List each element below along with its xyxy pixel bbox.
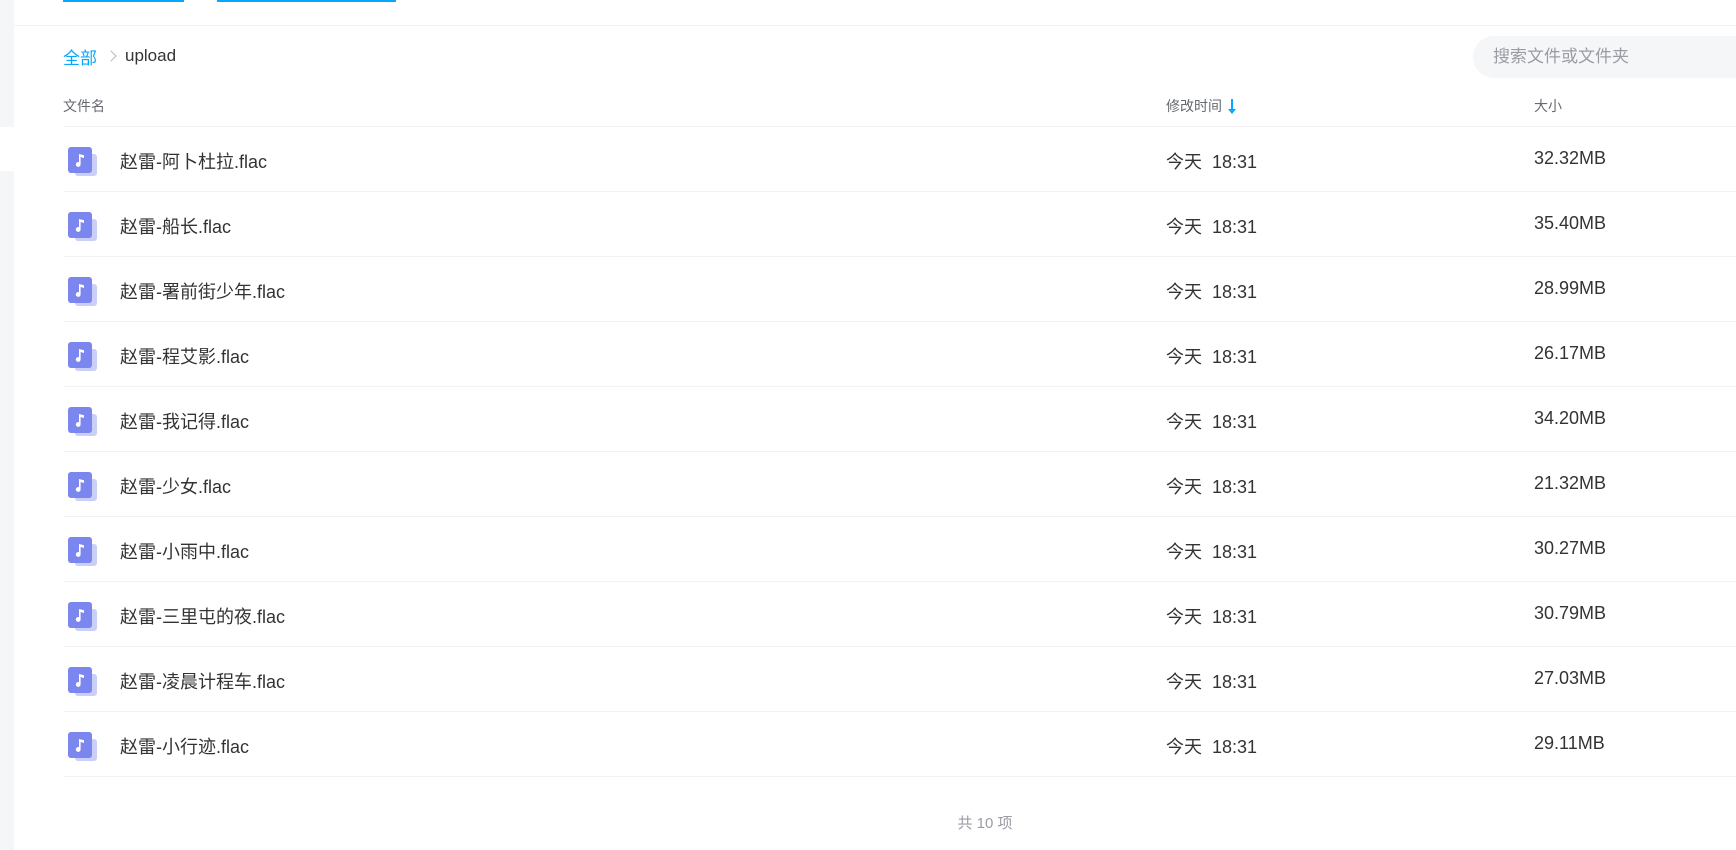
file-list: 赵雷-阿卜杜拉.flac 今天 18:31 32.32MB 赵雷-船长.flac … bbox=[63, 127, 1736, 777]
file-name[interactable]: 赵雷-小雨中.flac bbox=[120, 538, 249, 564]
breadcrumb: 全部 upload bbox=[63, 44, 176, 68]
file-modified-time: 今天 18:31 bbox=[1166, 672, 1258, 692]
music-file-icon bbox=[68, 407, 97, 436]
file-list-header: 文件名 修改时间 大小 bbox=[63, 92, 1736, 127]
file-size: 28.99MB bbox=[1534, 278, 1607, 298]
file-modified-time: 今天 18:31 bbox=[1166, 607, 1258, 627]
toolbar-tab-underline[interactable] bbox=[217, 0, 396, 2]
file-size: 30.79MB bbox=[1534, 603, 1607, 623]
toolbar-tab-underline[interactable] bbox=[63, 0, 184, 2]
file-name[interactable]: 赵雷-署前街少年.flac bbox=[120, 278, 285, 304]
file-size: 21.32MB bbox=[1534, 473, 1607, 493]
music-file-icon bbox=[68, 147, 97, 176]
search-input[interactable] bbox=[1473, 36, 1736, 78]
file-modified-time: 今天 18:31 bbox=[1166, 542, 1258, 562]
file-size: 29.11MB bbox=[1534, 733, 1605, 753]
file-row[interactable]: 赵雷-船长.flac 今天 18:31 35.40MB bbox=[63, 192, 1736, 257]
file-modified-time: 今天 18:31 bbox=[1166, 282, 1258, 302]
file-row[interactable]: 赵雷-程艾影.flac 今天 18:31 26.17MB bbox=[63, 322, 1736, 387]
left-panel-notch bbox=[0, 127, 14, 171]
file-name[interactable]: 赵雷-阿卜杜拉.flac bbox=[120, 148, 267, 174]
file-name[interactable]: 赵雷-船长.flac bbox=[120, 213, 231, 239]
left-panel-edge bbox=[0, 0, 14, 850]
music-file-icon bbox=[68, 277, 97, 306]
file-modified-time: 今天 18:31 bbox=[1166, 347, 1258, 367]
column-header-time-label: 修改时间 bbox=[1166, 98, 1222, 114]
top-toolbar-strip bbox=[14, 0, 1736, 26]
column-header-time[interactable]: 修改时间 bbox=[1166, 96, 1236, 116]
music-file-icon bbox=[68, 342, 97, 371]
breadcrumb-current: upload bbox=[125, 46, 177, 65]
file-row[interactable]: 赵雷-阿卜杜拉.flac 今天 18:31 32.32MB bbox=[63, 127, 1736, 192]
file-row[interactable]: 赵雷-署前街少年.flac 今天 18:31 28.99MB bbox=[63, 257, 1736, 322]
search-box[interactable] bbox=[1473, 36, 1736, 78]
chevron-right-icon bbox=[105, 50, 117, 62]
file-size: 30.27MB bbox=[1534, 538, 1607, 558]
file-name[interactable]: 赵雷-小行迹.flac bbox=[120, 733, 249, 759]
music-file-icon bbox=[68, 537, 97, 566]
music-file-icon bbox=[68, 472, 97, 501]
music-file-icon bbox=[68, 667, 97, 696]
sort-down-arrow-icon[interactable] bbox=[1228, 98, 1236, 114]
music-file-icon bbox=[68, 732, 97, 761]
file-name[interactable]: 赵雷-凌晨计程车.flac bbox=[120, 668, 285, 694]
file-row[interactable]: 赵雷-凌晨计程车.flac 今天 18:31 27.03MB bbox=[63, 647, 1736, 712]
column-header-size[interactable]: 大小 bbox=[1534, 96, 1562, 116]
file-size: 26.17MB bbox=[1534, 343, 1607, 363]
file-name[interactable]: 赵雷-程艾影.flac bbox=[120, 343, 249, 369]
file-size: 34.20MB bbox=[1534, 408, 1607, 428]
file-name[interactable]: 赵雷-三里屯的夜.flac bbox=[120, 603, 285, 629]
file-size: 35.40MB bbox=[1534, 213, 1607, 233]
file-modified-time: 今天 18:31 bbox=[1166, 477, 1258, 497]
file-modified-time: 今天 18:31 bbox=[1166, 217, 1258, 237]
breadcrumb-root-link[interactable]: 全部 bbox=[63, 44, 97, 69]
file-row[interactable]: 赵雷-小行迹.flac 今天 18:31 29.11MB bbox=[63, 712, 1736, 777]
file-size: 27.03MB bbox=[1534, 668, 1607, 688]
file-row[interactable]: 赵雷-少女.flac 今天 18:31 21.32MB bbox=[63, 452, 1736, 517]
music-file-icon bbox=[68, 212, 97, 241]
file-row[interactable]: 赵雷-三里屯的夜.flac 今天 18:31 30.79MB bbox=[63, 582, 1736, 647]
file-modified-time: 今天 18:31 bbox=[1166, 152, 1258, 172]
file-name[interactable]: 赵雷-我记得.flac bbox=[120, 408, 249, 434]
file-row[interactable]: 赵雷-我记得.flac 今天 18:31 34.20MB bbox=[63, 387, 1736, 452]
item-count: 共 10 项 bbox=[957, 815, 1013, 832]
file-name[interactable]: 赵雷-少女.flac bbox=[120, 473, 231, 499]
file-modified-time: 今天 18:31 bbox=[1166, 412, 1258, 432]
file-modified-time: 今天 18:31 bbox=[1166, 737, 1258, 757]
column-header-name[interactable]: 文件名 bbox=[63, 96, 105, 116]
file-row[interactable]: 赵雷-小雨中.flac 今天 18:31 30.27MB bbox=[63, 517, 1736, 582]
music-file-icon bbox=[68, 602, 97, 631]
file-size: 32.32MB bbox=[1534, 148, 1607, 168]
